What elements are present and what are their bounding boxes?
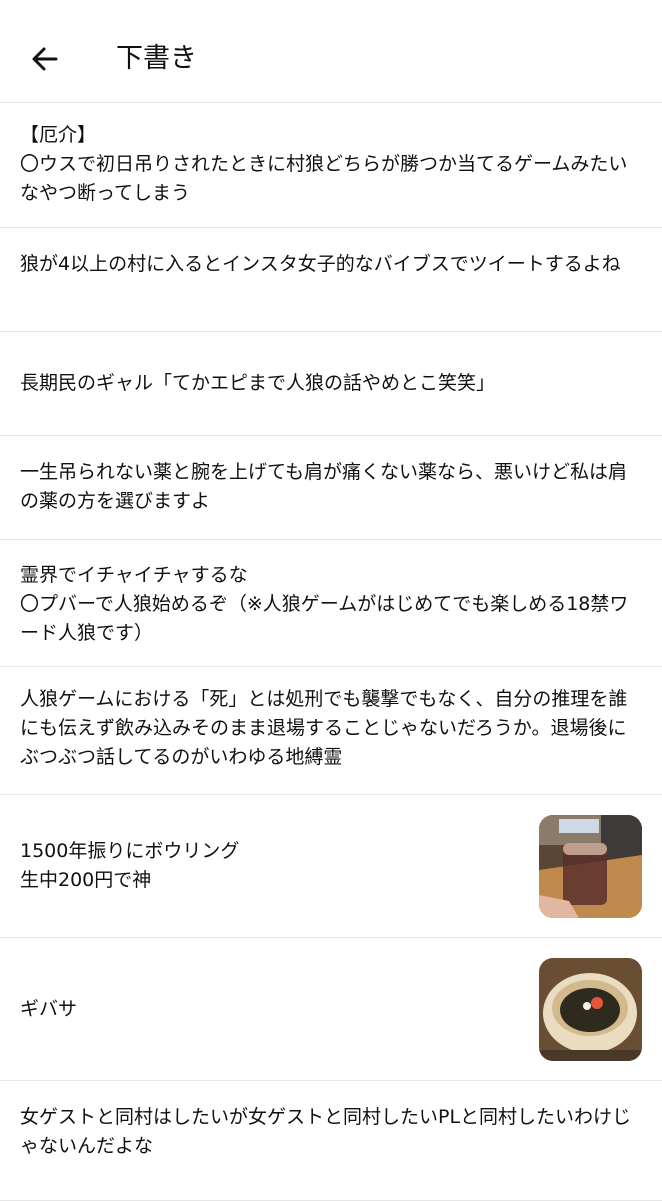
draft-text: 【厄介】 〇ウスで初日吊りされたときに村狼どちらが勝つか当てるゲームみたいなやつ… bbox=[20, 124, 628, 204]
draft-item[interactable]: 女ゲストと同村はしたいが女ゲストと同村したいPLと同村したいわけじゃないんだよな bbox=[0, 1081, 662, 1201]
draft-text: 人狼ゲームにおける「死」とは処刑でも襲撃でもなく、自分の推理を誰にも伝えず飲み込… bbox=[20, 688, 628, 768]
draft-item[interactable]: 長期民のギャル「てかエピまで人狼の話やめとこ笑笑」 bbox=[0, 332, 662, 436]
draft-item[interactable]: ギバサ bbox=[0, 938, 662, 1081]
draft-text: 霊界でイチャイチャするな 〇プバーで人狼始めるぞ（※人狼ゲームがはじめてでも楽し… bbox=[20, 564, 629, 644]
draft-text: 一生吊られない薬と腕を上げても肩が痛くない薬なら、悪いけど私は肩の薬の方を選びま… bbox=[20, 461, 628, 512]
draft-item[interactable]: 一生吊られない薬と腕を上げても肩が痛くない薬なら、悪いけど私は肩の薬の方を選びま… bbox=[0, 436, 662, 540]
draft-text: 狼が4以上の村に入るとインスタ女子的なバイブスでツイートするよね bbox=[20, 253, 621, 275]
draft-item[interactable]: 人狼ゲームにおける「死」とは処刑でも襲撃でもなく、自分の推理を誰にも伝えず飲み込… bbox=[0, 667, 662, 795]
draft-text: 女ゲストと同村はしたいが女ゲストと同村したいPLと同村したいわけじゃないんだよな bbox=[20, 1106, 632, 1157]
draft-text: 長期民のギャル「てかエピまで人狼の話やめとこ笑笑」 bbox=[20, 372, 496, 394]
draft-item[interactable]: 【厄介】 〇ウスで初日吊りされたときに村狼どちらが勝つか当てるゲームみたいなやつ… bbox=[0, 103, 662, 228]
draft-item[interactable]: 霊界でイチャイチャするな 〇プバーで人狼始めるぞ（※人狼ゲームがはじめてでも楽し… bbox=[0, 540, 662, 667]
draft-item[interactable]: 狼が4以上の村に入るとインスタ女子的なバイブスでツイートするよね bbox=[0, 228, 662, 332]
draft-text: 1500年振りにボウリング 生中200円で神 bbox=[20, 840, 240, 891]
draft-item[interactable]: 1500年振りにボウリング 生中200円で神 bbox=[0, 795, 662, 938]
draft-text: ギバサ bbox=[20, 998, 78, 1020]
app-header: 下書き bbox=[0, 0, 662, 103]
gibasa-thumbnail bbox=[539, 958, 642, 1061]
back-arrow-icon[interactable] bbox=[24, 38, 66, 80]
beer-bowling-thumbnail bbox=[539, 815, 642, 918]
page-title: 下書き bbox=[116, 43, 197, 74]
